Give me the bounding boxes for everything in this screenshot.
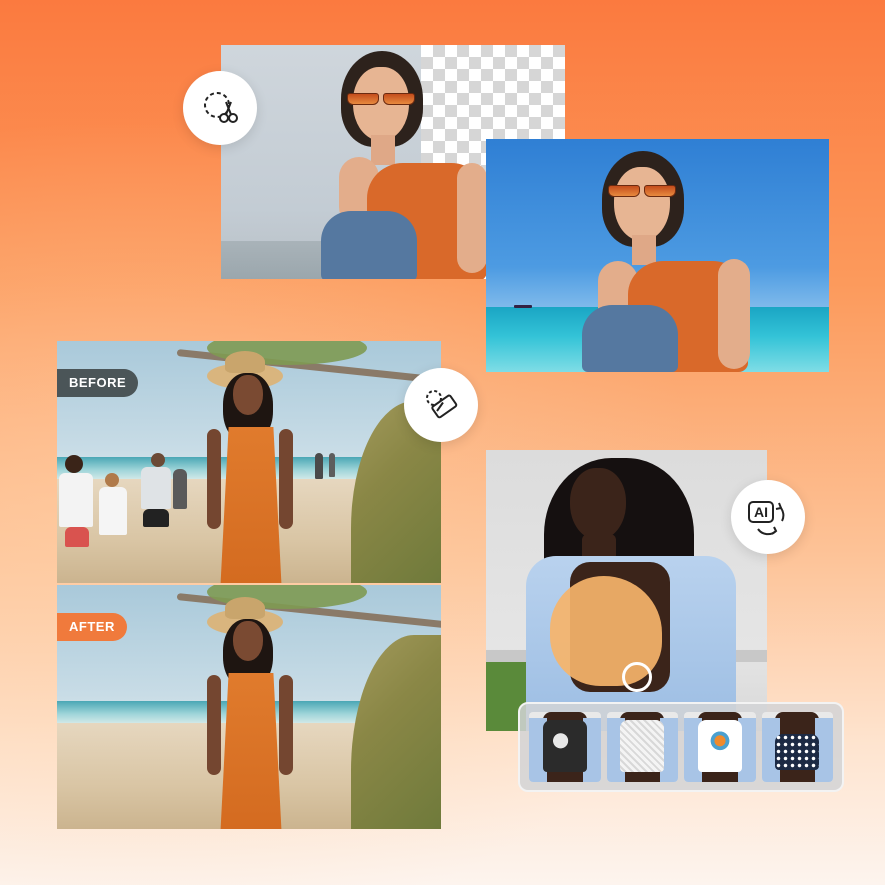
ai-replace-icon: AI — [746, 497, 790, 537]
brush-cursor[interactable] — [622, 662, 652, 692]
woman-face — [614, 167, 670, 241]
walker-distant — [315, 453, 323, 479]
outfit-swatch-strip — [518, 702, 844, 792]
walker-head — [105, 473, 119, 487]
woman-arm-left — [207, 675, 221, 775]
ai-replace-button[interactable]: AI — [731, 480, 805, 554]
outfit-swatch-2[interactable] — [606, 712, 678, 782]
butterfly-top-icon — [697, 720, 742, 772]
jeans — [582, 305, 678, 372]
walker-distant — [173, 469, 187, 509]
woman-arm-left — [207, 429, 221, 529]
woman-arm-right — [718, 259, 750, 369]
woman-neck — [371, 135, 395, 165]
refresh-arrows-icon — [757, 502, 785, 536]
woman-arm-right — [279, 429, 293, 529]
floral-top-icon — [542, 720, 587, 772]
eraser-icon — [426, 390, 458, 419]
walker-red-shorts — [65, 527, 89, 547]
woman-face — [233, 375, 263, 415]
outfit-swatch-4[interactable] — [761, 712, 833, 782]
lace-top-icon — [620, 720, 665, 772]
woman-neck — [632, 235, 656, 265]
jeans — [321, 211, 417, 279]
ai-outfit-photo — [486, 450, 767, 731]
walker-head — [65, 455, 83, 473]
walker-grey-shirt — [141, 467, 171, 509]
new-background-photo — [486, 139, 829, 372]
walker-distant — [329, 453, 335, 477]
walker-white-dress — [99, 487, 127, 535]
straw-hat-crown — [225, 597, 265, 619]
woman-face — [233, 621, 263, 661]
outfit-swatch-3[interactable] — [684, 712, 756, 782]
object-eraser-button[interactable] — [404, 368, 478, 442]
walker-head — [151, 453, 165, 467]
sunglasses — [347, 93, 415, 105]
cutout-tool-button[interactable] — [183, 71, 257, 145]
polka-top-icon — [775, 734, 820, 770]
outfit-swatch-1[interactable] — [529, 712, 601, 782]
walker-black-shorts — [143, 509, 169, 527]
woman-arm-right — [457, 163, 487, 273]
distant-ship — [514, 305, 532, 308]
before-label: BEFORE — [57, 369, 139, 397]
scissors-cutout-icon — [204, 92, 238, 123]
walker-white-shirt — [59, 473, 93, 527]
woman-face — [570, 468, 626, 540]
sunglasses — [608, 185, 676, 197]
after-label: AFTER — [57, 613, 127, 641]
woman-arm-right — [279, 675, 293, 775]
straw-hat-crown — [225, 351, 265, 373]
